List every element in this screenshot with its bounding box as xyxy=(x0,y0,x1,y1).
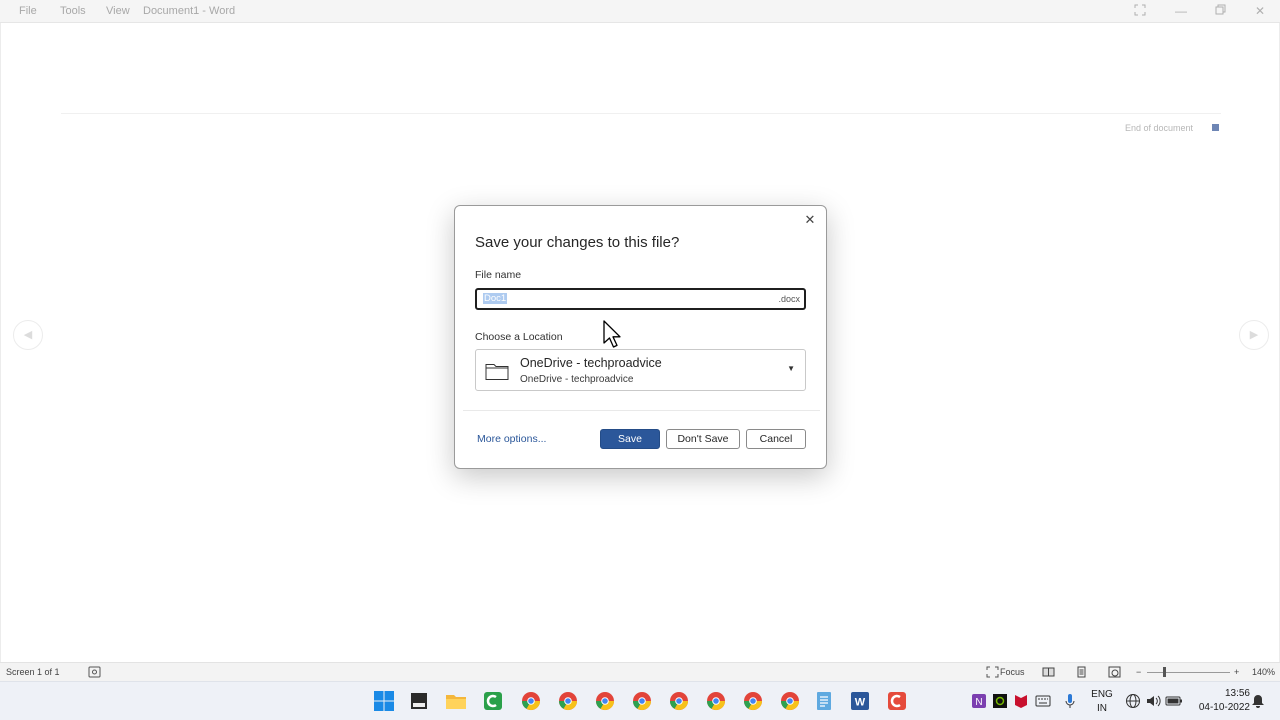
web-layout-icon[interactable] xyxy=(1108,666,1121,678)
onenote-icon[interactable]: N xyxy=(971,693,987,709)
mouse-cursor-icon xyxy=(603,320,621,348)
nvidia-icon[interactable] xyxy=(992,693,1008,709)
previous-screen-icon[interactable]: ◀ xyxy=(13,320,43,350)
zoom-out-icon[interactable]: − xyxy=(1136,667,1141,677)
chrome-g-icon[interactable] xyxy=(668,690,690,712)
fullscreen-icon[interactable] xyxy=(1133,4,1147,18)
zoom-slider[interactable] xyxy=(1147,672,1230,673)
more-options-link[interactable]: More options... xyxy=(477,433,546,445)
menu-view[interactable]: View xyxy=(106,5,130,17)
start-icon[interactable] xyxy=(373,690,395,712)
dialog-title: Save your changes to this file? xyxy=(475,234,680,251)
file-extension: .docx xyxy=(778,294,800,304)
location-dropdown[interactable]: OneDrive - techproadvice OneDrive - tech… xyxy=(475,349,806,391)
chrome-icon[interactable] xyxy=(557,690,579,712)
status-bar: Screen 1 of 1 Focus − + 140% xyxy=(0,662,1280,681)
close-window-icon[interactable]: ✕ xyxy=(1253,4,1267,18)
svg-text:W: W xyxy=(855,697,866,709)
dialog-divider xyxy=(463,410,820,411)
language-indicator[interactable]: ENG xyxy=(1088,689,1116,700)
camtasia-red-icon[interactable] xyxy=(886,690,908,712)
clock-time[interactable]: 13:56 xyxy=(1192,688,1250,699)
next-screen-icon[interactable]: ▶ xyxy=(1239,320,1269,350)
window-title: Document1 - Word xyxy=(143,5,236,17)
save-button[interactable]: Save xyxy=(600,429,660,449)
zoom-slider-thumb[interactable] xyxy=(1163,667,1166,677)
globe-icon[interactable] xyxy=(1125,693,1141,709)
restore-icon[interactable] xyxy=(1213,4,1227,18)
location-name: OneDrive - techproadvice xyxy=(520,356,662,370)
location-label: Choose a Location xyxy=(475,331,563,343)
screen-indicator: Screen 1 of 1 xyxy=(6,667,60,677)
read-mode-icon[interactable] xyxy=(1042,666,1055,678)
notepad-icon[interactable] xyxy=(813,690,835,712)
notification-bell-icon[interactable] xyxy=(1251,693,1265,709)
microphone-icon[interactable] xyxy=(1063,693,1077,709)
chevron-down-icon[interactable]: ▼ xyxy=(787,364,795,373)
clock-date[interactable]: 04-10-2022 xyxy=(1188,702,1250,713)
chrome-icon[interactable] xyxy=(631,690,653,712)
page-divider xyxy=(61,113,1221,114)
word-icon[interactable]: W xyxy=(849,690,871,712)
dont-save-button[interactable]: Don't Save xyxy=(666,429,740,449)
menu-file[interactable]: File xyxy=(19,5,37,17)
camtasia-icon[interactable] xyxy=(482,690,504,712)
cancel-button[interactable]: Cancel xyxy=(746,429,806,449)
region-indicator[interactable]: IN xyxy=(1088,703,1116,714)
zoom-in-icon[interactable]: + xyxy=(1234,667,1239,677)
chrome-g-icon[interactable] xyxy=(705,690,727,712)
end-of-document-label: End of document xyxy=(1124,123,1193,133)
svg-text:N: N xyxy=(975,697,982,708)
title-bar: File Tools View Document1 - Word — ✕ xyxy=(0,0,1280,23)
folder-icon[interactable] xyxy=(445,690,467,712)
chrome-s-icon[interactable] xyxy=(742,690,764,712)
minimize-icon[interactable]: — xyxy=(1174,4,1188,18)
taskbar: W N ENG IN 13:56 04-10-2022 xyxy=(0,681,1280,720)
focus-icon[interactable] xyxy=(986,666,999,678)
chrome-icon[interactable] xyxy=(779,690,801,712)
mcafee-icon[interactable] xyxy=(1013,693,1029,709)
zoom-level[interactable]: 140% xyxy=(1252,667,1275,677)
chrome-icon[interactable] xyxy=(594,690,616,712)
focus-label[interactable]: Focus xyxy=(1000,667,1025,677)
accessibility-icon[interactable] xyxy=(88,666,101,678)
chrome-h-icon[interactable] xyxy=(520,690,542,712)
menu-tools[interactable]: Tools xyxy=(60,5,86,17)
keyboard-icon[interactable] xyxy=(1035,694,1051,708)
save-changes-dialog: ✕ Save your changes to this file? File n… xyxy=(454,205,827,469)
location-path: OneDrive - techproadvice xyxy=(520,374,634,385)
file-name-input[interactable]: Doc1 .docx xyxy=(475,288,806,310)
file-name-value[interactable]: Doc1 xyxy=(483,293,508,304)
close-icon[interactable]: ✕ xyxy=(802,212,818,228)
end-of-document-marker xyxy=(1212,124,1219,131)
file-explorer-icon[interactable] xyxy=(408,690,430,712)
battery-icon[interactable] xyxy=(1165,694,1183,708)
file-name-label: File name xyxy=(475,269,522,281)
volume-icon[interactable] xyxy=(1145,693,1161,709)
folder-icon xyxy=(485,364,509,380)
print-layout-icon[interactable] xyxy=(1075,666,1088,678)
